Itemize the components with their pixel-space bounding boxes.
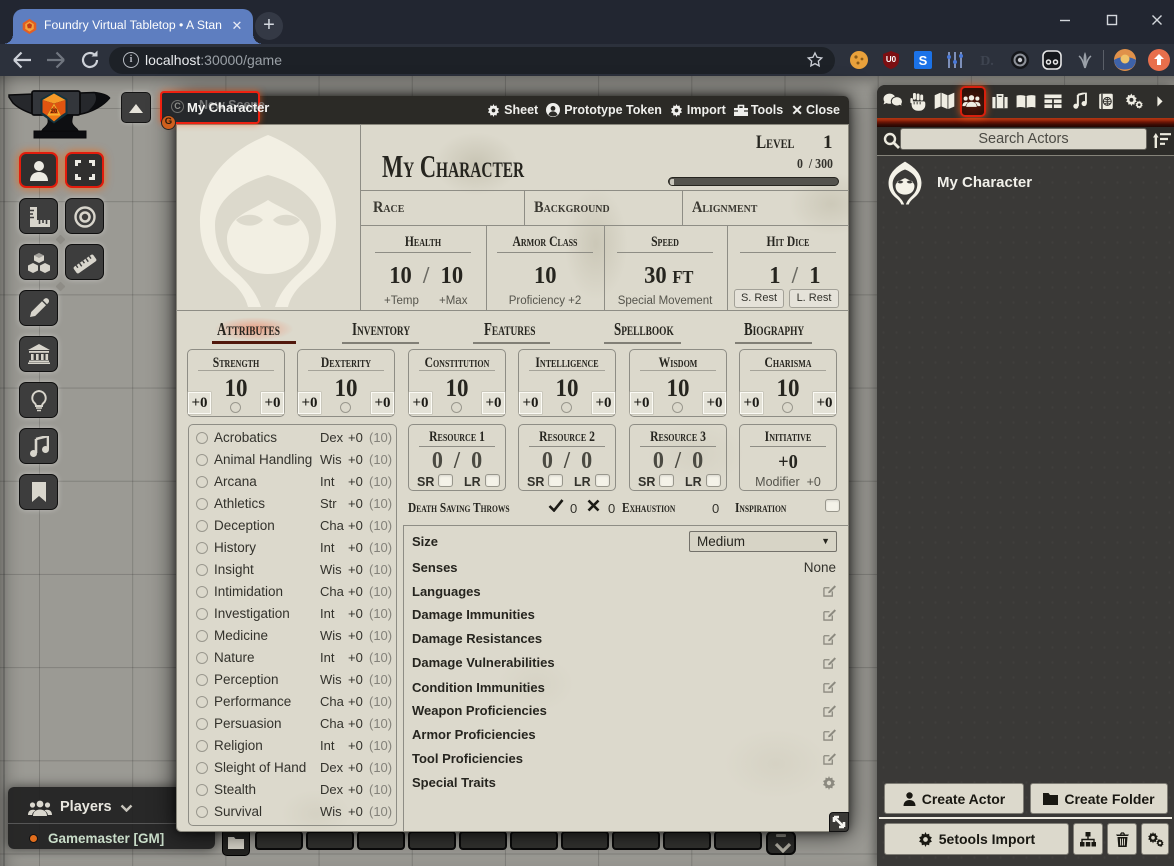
svg-text:20: 20 <box>51 109 58 115</box>
svg-text:U0: U0 <box>886 55 897 64</box>
svg-text:D.: D. <box>980 54 994 69</box>
svg-text:S: S <box>919 53 928 68</box>
